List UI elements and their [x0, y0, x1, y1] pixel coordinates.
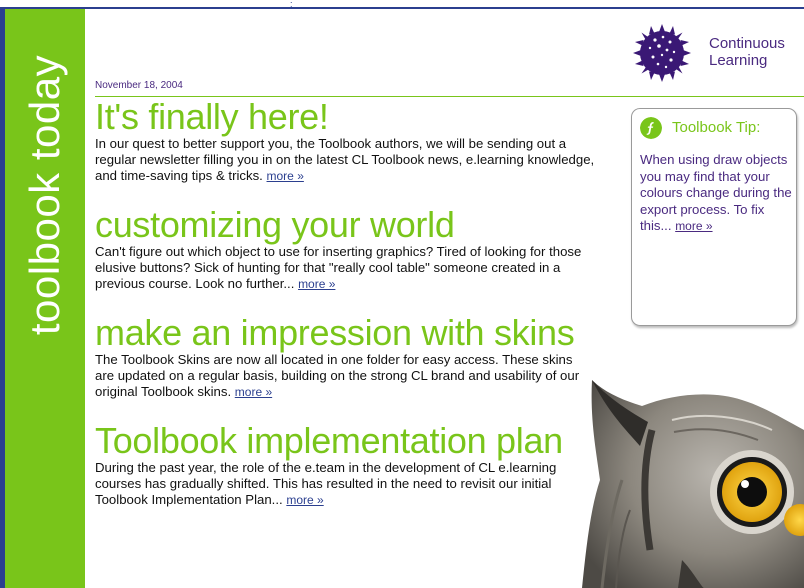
top-border: [0, 0, 804, 9]
more-link[interactable]: more »: [235, 385, 272, 399]
article-summary: Can't figure out which object to use for…: [95, 244, 595, 292]
article-2: customizing your world Can't figure out …: [95, 204, 595, 292]
article-body: The Toolbook Skins are now all located i…: [95, 352, 580, 399]
article-summary: In our quest to better support you, the …: [95, 136, 595, 184]
sunburst-logo-icon: [633, 24, 691, 82]
tip-title: Toolbook Tip:: [672, 119, 761, 136]
brand-line-2: Learning: [709, 52, 768, 69]
tip-text: When using draw objects you may find tha…: [640, 152, 792, 235]
issue-date: November 18, 2004: [95, 80, 183, 91]
article-body: Can't figure out which object to use for…: [95, 244, 582, 291]
brand-line-1: Continuous: [709, 35, 785, 52]
article-summary: The Toolbook Skins are now all located i…: [95, 352, 595, 400]
article-1: It's finally here! In our quest to bette…: [95, 96, 595, 184]
top-mark: :: [290, 0, 293, 9]
more-link[interactable]: more »: [286, 493, 323, 507]
article-title: make an impression with skins: [95, 312, 575, 353]
article-body: During the past year, the role of the e.…: [95, 460, 557, 507]
article-4: Toolbook implementation plan During the …: [95, 420, 595, 508]
article-title: Toolbook implementation plan: [95, 420, 563, 461]
toolbook-tip-box: Toolbook Tip: When using draw objects yo…: [631, 108, 797, 326]
more-link[interactable]: more »: [298, 277, 335, 291]
tip-more-link[interactable]: more »: [675, 219, 712, 233]
owl-photo: [582, 380, 804, 588]
brand-name: Continuous Learning: [709, 35, 785, 69]
article-body: In our quest to better support you, the …: [95, 136, 595, 183]
article-title: customizing your world: [95, 204, 455, 245]
article-summary: During the past year, the role of the e.…: [95, 460, 595, 508]
article-title: It's finally here!: [95, 96, 329, 137]
tip-body: When using draw objects you may find tha…: [640, 152, 792, 233]
more-link[interactable]: more »: [267, 169, 304, 183]
toolbook-tip-icon: [640, 117, 662, 139]
newsletter-title: toolbook today: [21, 54, 68, 336]
article-3: make an impression with skins The Toolbo…: [95, 312, 595, 400]
